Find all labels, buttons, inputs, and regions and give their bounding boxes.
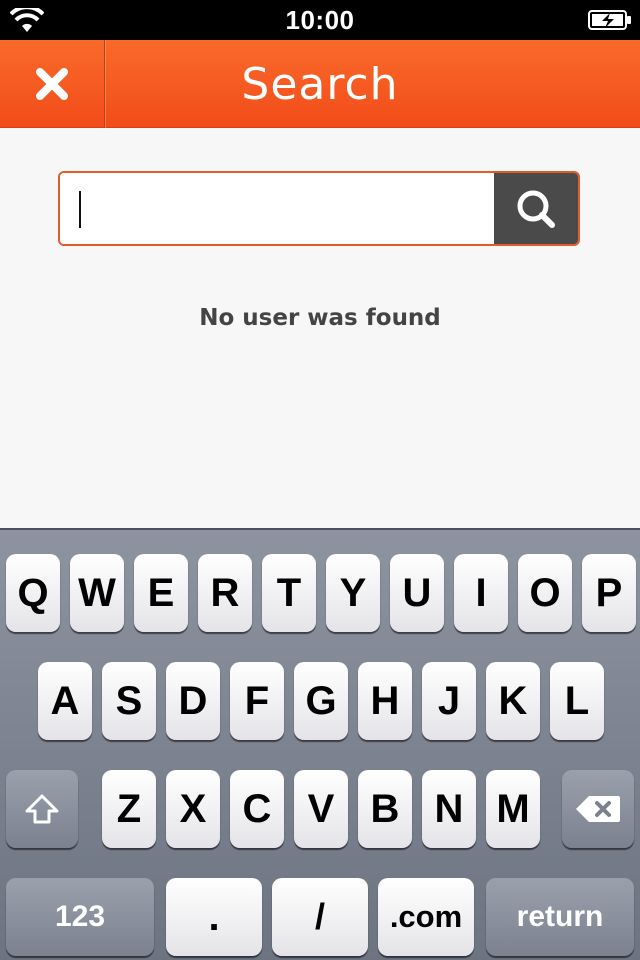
key-o[interactable]: O (518, 554, 572, 632)
status-time: 10:00 (285, 5, 355, 35)
key-q[interactable]: Q (6, 554, 60, 632)
page-title: Search (241, 58, 399, 110)
key-p[interactable]: P (582, 554, 636, 632)
empty-results-message: No user was found (199, 305, 441, 331)
close-button[interactable] (0, 40, 105, 128)
nav-bar: Search (0, 40, 640, 128)
key-m[interactable]: M (486, 770, 540, 848)
shift-key[interactable] (6, 770, 78, 848)
shift-icon (25, 794, 59, 824)
key-g[interactable]: G (294, 662, 348, 740)
close-icon (36, 68, 68, 100)
key-b[interactable]: B (358, 770, 412, 848)
key-i[interactable]: I (454, 554, 508, 632)
key-r[interactable]: R (198, 554, 252, 632)
keyboard: Q W E R T Y U I O P A S D F G H J K L Z … (0, 528, 640, 960)
key-e[interactable]: E (134, 554, 188, 632)
dotcom-key[interactable]: .com (378, 878, 474, 956)
key-a[interactable]: A (38, 662, 92, 740)
key-s[interactable]: S (102, 662, 156, 740)
key-v[interactable]: V (294, 770, 348, 848)
numbers-key[interactable]: 123 (6, 878, 154, 956)
key-w[interactable]: W (70, 554, 124, 632)
slash-key[interactable]: / (272, 878, 368, 956)
search-box (58, 171, 580, 246)
search-icon (517, 190, 555, 228)
key-c[interactable]: C (230, 770, 284, 848)
return-key[interactable]: return (486, 878, 634, 956)
backspace-key[interactable] (562, 770, 634, 848)
key-k[interactable]: K (486, 662, 540, 740)
key-l[interactable]: L (550, 662, 604, 740)
dot-key[interactable]: . (166, 878, 262, 956)
key-j[interactable]: J (422, 662, 476, 740)
backspace-icon (576, 796, 620, 822)
key-y[interactable]: Y (326, 554, 380, 632)
status-bar: 10:00 (0, 0, 640, 40)
key-u[interactable]: U (390, 554, 444, 632)
battery-charging-icon (588, 10, 631, 30)
key-x[interactable]: X (166, 770, 220, 848)
key-f[interactable]: F (230, 662, 284, 740)
key-z[interactable]: Z (102, 770, 156, 848)
search-button[interactable] (494, 173, 578, 244)
text-caret (79, 191, 81, 228)
key-t[interactable]: T (262, 554, 316, 632)
key-h[interactable]: H (358, 662, 412, 740)
key-n[interactable]: N (422, 770, 476, 848)
search-input[interactable] (60, 173, 496, 244)
key-d[interactable]: D (166, 662, 220, 740)
